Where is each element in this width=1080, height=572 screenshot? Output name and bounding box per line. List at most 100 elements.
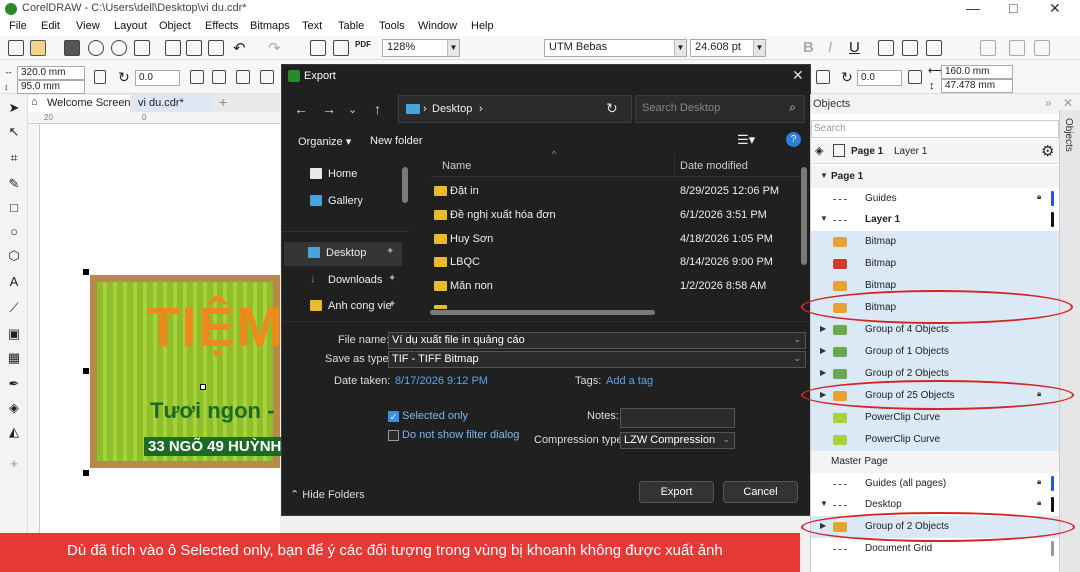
- collapse-icon[interactable]: »: [1045, 96, 1052, 110]
- y-position-field[interactable]: 95.0 mm: [17, 80, 85, 94]
- menu-help[interactable]: Help: [471, 20, 494, 32]
- date-taken-value[interactable]: 8/17/2026 9:12 PM: [395, 375, 488, 387]
- nav-scrollbar[interactable]: [402, 167, 408, 203]
- column-divider[interactable]: [674, 155, 675, 177]
- save-as-type-select[interactable]: TIF - TIFF Bitmap ⌄: [388, 351, 806, 368]
- object-row[interactable]: Bitmap: [811, 231, 1059, 253]
- expand-down-icon[interactable]: ▼: [820, 171, 828, 180]
- forward-arrow-icon[interactable]: →: [322, 101, 336, 117]
- object-row[interactable]: ▼ Page 1: [811, 166, 1059, 188]
- file-row[interactable]: [430, 299, 796, 309]
- rectangle-tool-icon[interactable]: □: [6, 200, 22, 216]
- expand-right-icon[interactable]: ▶: [820, 368, 826, 377]
- new-document-icon[interactable]: [8, 40, 24, 56]
- smart-fill-tool-icon[interactable]: ◭: [6, 424, 22, 440]
- file-row[interactable]: Đặt in 8/29/2025 12:06 PM: [430, 180, 796, 203]
- layer-stack-icon[interactable]: ◈: [815, 144, 823, 157]
- vertical-text-icon[interactable]: [1034, 40, 1050, 56]
- nav-gallery[interactable]: Gallery: [286, 190, 404, 214]
- nav-home[interactable]: Home: [286, 163, 404, 187]
- print-icon[interactable]: [165, 40, 181, 56]
- view-options-icon[interactable]: ☰▾: [737, 132, 755, 148]
- column-name[interactable]: Name: [442, 160, 471, 172]
- font-family-select[interactable]: UTM Bebas ▼: [544, 39, 687, 57]
- chevron-right-icon[interactable]: ›: [479, 103, 483, 115]
- pin-icon[interactable]: ✦: [388, 299, 396, 310]
- nav-anh-cong-viec[interactable]: Anh cong vie ✦: [286, 295, 404, 319]
- notes-input[interactable]: [620, 408, 735, 428]
- italic-button[interactable]: I: [828, 39, 832, 56]
- file-row[interactable]: Đề nghị xuất hóa đơn 6/1/2026 3:51 PM: [430, 204, 796, 227]
- center-marker[interactable]: [200, 384, 206, 390]
- crop-tool-icon[interactable]: ⌗: [6, 150, 22, 166]
- shape-tool-icon[interactable]: ↖: [6, 124, 22, 140]
- no-filter-dialog-checkbox[interactable]: [388, 430, 399, 441]
- add-tab-button[interactable]: +: [219, 94, 227, 110]
- cancel-button[interactable]: Cancel: [723, 481, 798, 503]
- bullet-list-icon[interactable]: [902, 40, 918, 56]
- save-icon[interactable]: [64, 40, 80, 56]
- current-layer[interactable]: Layer 1: [894, 146, 927, 157]
- cut-icon[interactable]: [186, 40, 202, 56]
- mirror-horizontal-icon[interactable]: [190, 70, 204, 84]
- transform-icon[interactable]: [816, 70, 830, 84]
- current-page[interactable]: Page 1: [851, 146, 883, 157]
- expand-right-icon[interactable]: ▶: [820, 346, 826, 355]
- objects-side-tab[interactable]: Objects: [1059, 110, 1080, 572]
- cloud-download-icon[interactable]: [111, 40, 127, 56]
- object-row[interactable]: Bitmap: [811, 253, 1059, 275]
- column-date-modified[interactable]: Date modified: [680, 160, 748, 172]
- menu-edit[interactable]: Edit: [41, 20, 60, 32]
- new-folder-button[interactable]: New folder: [370, 135, 423, 147]
- organize-button[interactable]: Organize ▾: [298, 135, 351, 148]
- back-arrow-icon[interactable]: ←: [294, 101, 308, 117]
- freehand-tool-icon[interactable]: ✎: [6, 176, 22, 192]
- tags-input[interactable]: Add a tag: [606, 375, 653, 387]
- selection-handle[interactable]: [83, 470, 89, 476]
- zoom-level-select[interactable]: 128% ▼: [382, 39, 460, 57]
- gear-icon[interactable]: ⚙: [1041, 142, 1054, 160]
- address-segment[interactable]: Desktop: [432, 103, 472, 115]
- expand-down-icon[interactable]: ▼: [820, 499, 828, 508]
- drop-shadow-tool-icon[interactable]: ▣: [6, 326, 22, 342]
- pin-icon[interactable]: ✦: [388, 273, 396, 284]
- publish-pdf-button[interactable]: PDF: [355, 40, 371, 49]
- redo-icon[interactable]: ↷: [268, 39, 281, 57]
- menu-object[interactable]: Object: [159, 20, 191, 32]
- lock-icon[interactable]: 🔒︎: [1037, 192, 1041, 202]
- minimize-button[interactable]: —: [966, 0, 980, 16]
- pick-tool-icon[interactable]: ➤: [6, 100, 22, 116]
- menu-window[interactable]: Window: [418, 20, 457, 32]
- parallel-dimension-tool-icon[interactable]: ⟋: [6, 300, 22, 316]
- objects-search-input[interactable]: Search: [811, 120, 1059, 138]
- paste-icon[interactable]: [208, 40, 224, 56]
- recent-locations-chevron-icon[interactable]: ⌄: [348, 103, 357, 116]
- object-row[interactable]: PowerClip Curve: [811, 407, 1059, 429]
- close-icon[interactable]: ✕: [792, 67, 804, 84]
- object-row[interactable]: Guides (all pages) 🔒︎: [811, 473, 1059, 495]
- mirror-vertical-icon[interactable]: [212, 70, 226, 84]
- compression-type-select[interactable]: LZW Compression ⌄: [620, 432, 735, 449]
- close-icon[interactable]: ✕: [1063, 96, 1073, 110]
- menu-tools[interactable]: Tools: [379, 20, 405, 32]
- object-row[interactable]: Guides 🔒︎: [811, 188, 1059, 210]
- maximize-button[interactable]: □: [1009, 0, 1017, 16]
- underline-button[interactable]: U: [849, 39, 860, 56]
- mirror-icon[interactable]: [908, 70, 922, 84]
- undo-icon[interactable]: ↶: [233, 39, 246, 57]
- export-button[interactable]: Export: [639, 481, 714, 503]
- expand-down-icon[interactable]: ▼: [820, 214, 828, 223]
- text-tool-icon[interactable]: A: [6, 274, 22, 290]
- object-row[interactable]: Master Page: [811, 451, 1059, 473]
- close-window-button[interactable]: ✕: [1049, 0, 1061, 17]
- tab-document[interactable]: vi du.cdr*: [132, 95, 212, 112]
- file-row[interactable]: LBQC 8/14/2026 9:00 PM: [430, 251, 796, 274]
- object-row[interactable]: PowerClip Curve: [811, 429, 1059, 451]
- pin-icon[interactable]: ✦: [386, 246, 394, 257]
- help-icon[interactable]: ?: [786, 132, 801, 147]
- width-field[interactable]: 160.0 mm: [941, 65, 1013, 79]
- page-icon[interactable]: [833, 144, 845, 157]
- search-desktop-input[interactable]: Search Desktop ⌕: [635, 95, 805, 123]
- cloud-upload-icon[interactable]: [88, 40, 104, 56]
- rotation-angle-field[interactable]: 0.0: [135, 70, 180, 86]
